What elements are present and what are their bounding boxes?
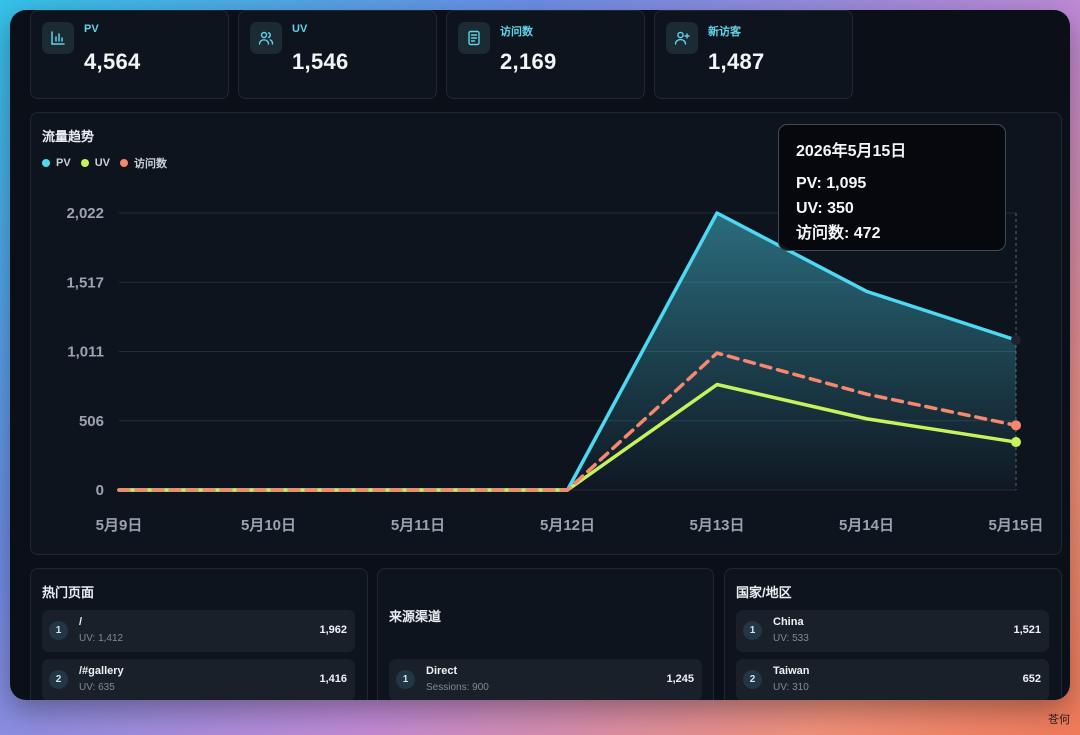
hover-point <box>1011 334 1021 345</box>
rank-badge: 2 <box>743 670 762 689</box>
dashboard-window: PV 4,564 UV 1,546 访问数 2,169 新访客 1,487 流量… <box>10 10 1070 700</box>
item-value: 652 <box>1022 673 1041 685</box>
stat-value: 2,169 <box>500 49 557 74</box>
stat-card-new-visitors: 新访客 1,487 <box>654 10 853 99</box>
stat-value: 4,564 <box>84 49 141 74</box>
tooltip-date: 2026年5月15日 <box>796 143 907 160</box>
rank-badge: 1 <box>743 621 762 640</box>
stat-value: 1,546 <box>292 49 349 74</box>
y-tick-label: 1,011 <box>67 344 104 361</box>
panel-title: 热门页面 <box>42 585 95 600</box>
sources-panel: 来源渠道 1 Direct Sessions: 900 1,245 <box>377 568 714 700</box>
rank-badge: 1 <box>49 621 68 640</box>
x-tick-label: 5月11日 <box>391 517 445 534</box>
hover-point <box>1011 437 1021 448</box>
item-name: /#gallery <box>79 665 124 677</box>
y-tick-label: 2,022 <box>66 205 104 222</box>
panel-title: 来源渠道 <box>389 609 442 624</box>
item-sub: Sessions: 900 <box>426 682 489 693</box>
stat-label: 访问数 <box>500 26 533 38</box>
list-item[interactable]: 1 China UV: 533 1,521 <box>736 610 1049 652</box>
panel-title: 国家/地区 <box>736 585 792 600</box>
item-sub: UV: 310 <box>773 682 809 693</box>
list-item[interactable]: 2 /#gallery UV: 635 1,416 <box>42 659 355 700</box>
y-tick-label: 506 <box>79 413 104 430</box>
tooltip-pv: PV: 1,095 <box>796 175 867 192</box>
x-tick-label: 5月9日 <box>96 517 143 534</box>
stat-label: PV <box>84 23 99 35</box>
x-tick-label: 5月14日 <box>839 517 894 534</box>
user-plus-icon <box>666 22 698 54</box>
item-value: 1,416 <box>319 673 347 685</box>
stat-value: 1,487 <box>708 49 765 74</box>
item-name: Direct <box>426 665 458 677</box>
stat-label: UV <box>292 23 308 35</box>
item-sub: UV: 635 <box>79 682 115 693</box>
countries-panel: 国家/地区 1 China UV: 533 1,521 2 Taiwan UV:… <box>724 568 1062 700</box>
item-name: Taiwan <box>773 665 810 677</box>
item-value: 1,521 <box>1013 624 1041 636</box>
stat-card-visits: 访问数 2,169 <box>446 10 645 99</box>
item-sub: UV: 533 <box>773 633 809 644</box>
y-tick-label: 1,517 <box>66 274 104 291</box>
chart-tooltip: 2026年5月15日 PV: 1,095 UV: 350 访问数: 472 <box>778 124 1006 251</box>
stat-card-uv: UV 1,546 <box>238 10 437 99</box>
item-sub: UV: 1,412 <box>79 633 124 644</box>
stat-label: 新访客 <box>708 26 741 38</box>
tooltip-visits: 访问数: 472 <box>796 225 881 242</box>
list-item[interactable]: 2 Taiwan UV: 310 652 <box>736 659 1049 700</box>
x-tick-label: 5月10日 <box>241 517 296 534</box>
stat-card-pv: PV 4,564 <box>30 10 229 99</box>
x-tick-label: 5月13日 <box>689 517 744 534</box>
hover-point <box>1011 420 1021 431</box>
list-item[interactable]: 1 / UV: 1,412 1,962 <box>42 610 355 652</box>
rank-badge: 1 <box>396 670 415 689</box>
rank-badge: 2 <box>49 670 68 689</box>
item-name: China <box>773 616 804 628</box>
users-icon <box>250 22 282 54</box>
x-tick-label: 5月15日 <box>988 517 1043 534</box>
item-value: 1,245 <box>666 673 694 685</box>
y-tick-label: 0 <box>96 482 104 499</box>
top-pages-panel: 热门页面 1 / UV: 1,412 1,962 2 /#gallery UV:… <box>30 568 368 700</box>
bar-chart-icon <box>42 22 74 54</box>
item-name: / <box>79 616 83 628</box>
watermark: 苍何 <box>1048 714 1070 726</box>
tooltip-uv: UV: 350 <box>796 200 854 217</box>
item-value: 1,962 <box>319 624 347 636</box>
document-icon <box>458 22 490 54</box>
x-tick-label: 5月12日 <box>540 517 595 534</box>
list-item[interactable]: 1 Direct Sessions: 900 1,245 <box>389 659 702 700</box>
